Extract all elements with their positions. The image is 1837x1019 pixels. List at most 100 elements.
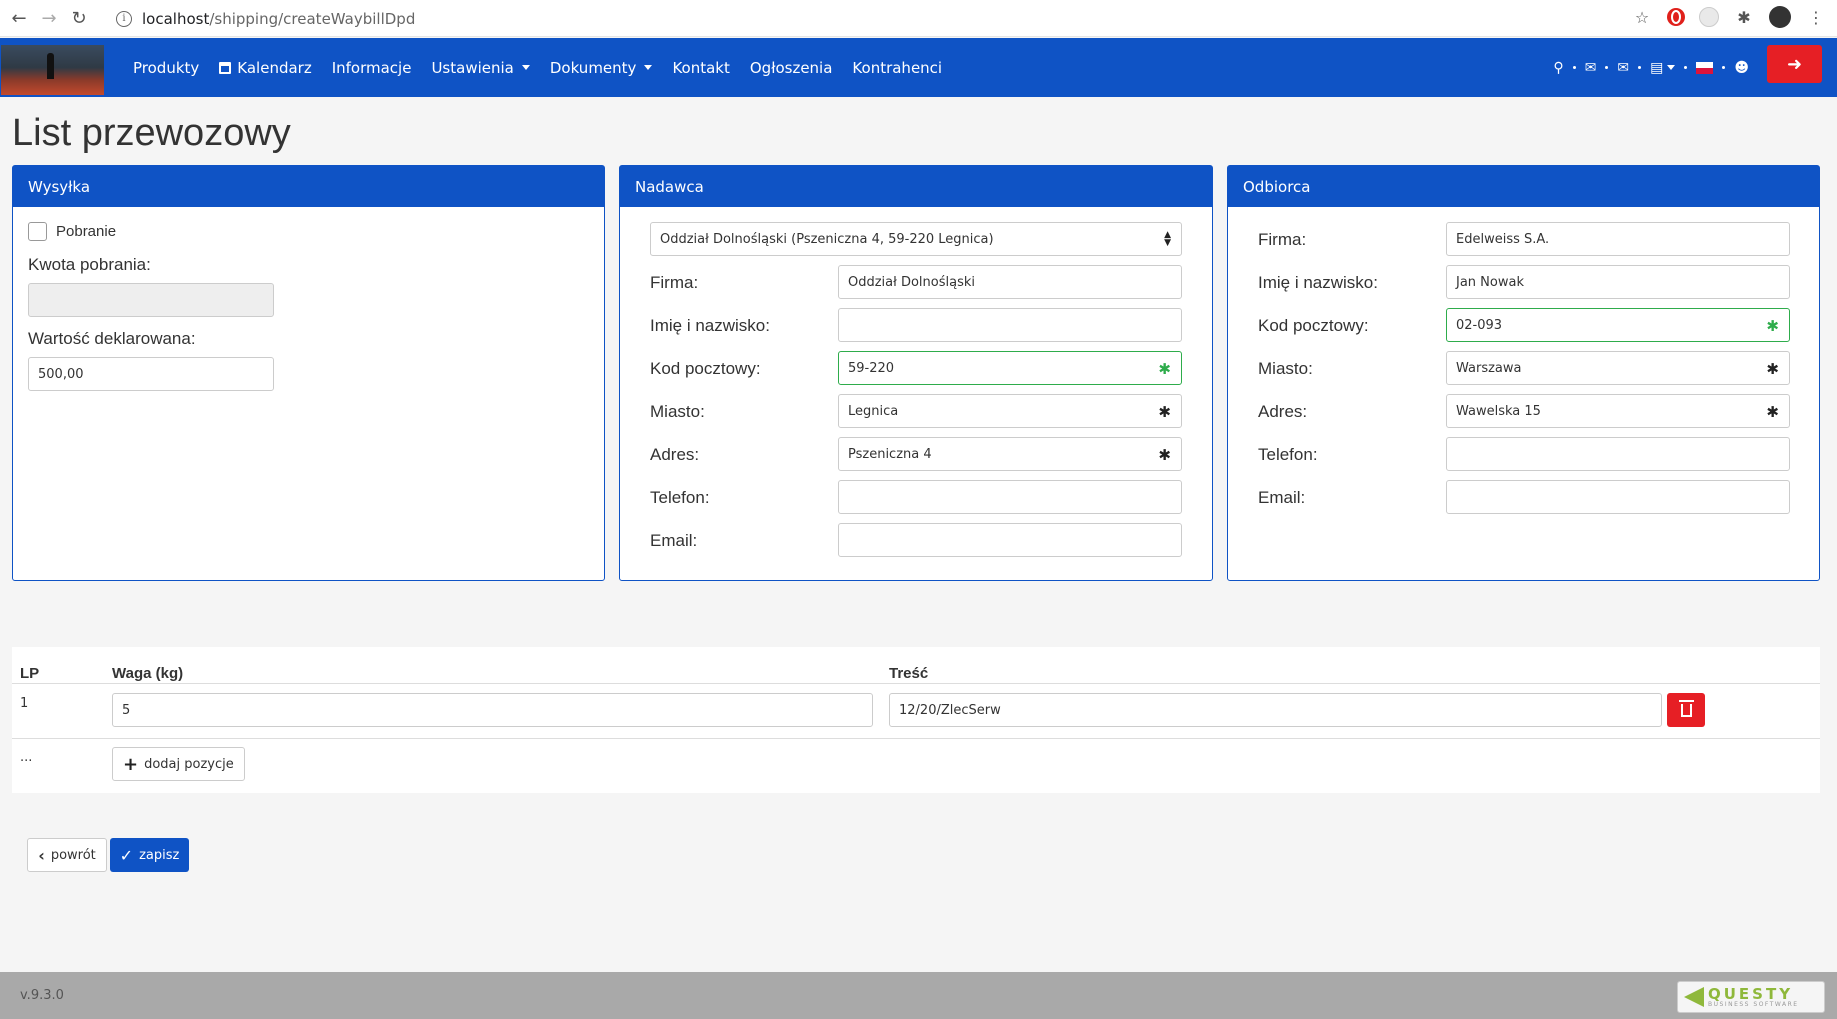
sender-city-input[interactable]: Legnica ✱ [838, 394, 1182, 428]
search-icon[interactable]: ⚲ [1553, 60, 1563, 76]
required-asterisk-icon: ✱ [1766, 403, 1779, 421]
required-asterisk-icon: ✱ [1766, 360, 1779, 378]
sender-phone-input[interactable] [838, 480, 1182, 514]
sign-out-icon: ➜ [1786, 53, 1803, 75]
shipment-panel: Wysyłka Pobranie Kwota pobrania: Wartość… [12, 165, 605, 581]
recipient-panel-header: Odbiorca [1228, 166, 1819, 207]
sender-postal-label: Kod pocztowy: [650, 359, 761, 378]
recipient-name-label: Imię i nazwisko: [1258, 273, 1378, 292]
company-logo[interactable] [1, 45, 104, 95]
new-row-lp: ... [20, 750, 33, 765]
reload-icon[interactable]: ↻ [68, 7, 90, 29]
nav-ustawienia[interactable]: Ustawienia [431, 59, 530, 77]
sender-email-input[interactable] [838, 523, 1182, 557]
col-content-header: Treść [889, 665, 929, 682]
chat-icon[interactable]: ✉ [1585, 60, 1597, 76]
nav-dokumenty[interactable]: Dokumenty [550, 59, 653, 77]
recipient-email-input[interactable] [1446, 480, 1790, 514]
add-item-button[interactable]: + dodaj pozycje [112, 747, 245, 781]
cod-label: Pobranie [56, 223, 117, 240]
row-content-input[interactable]: 12/20/ZlecSerw [889, 693, 1662, 727]
parcels-table: LP Waga (kg) Treść 1 5 12/20/ZlecSerw ..… [12, 647, 1820, 793]
app-version: v.9.3.0 [20, 988, 64, 1003]
mail-icon[interactable]: ✉ [1617, 60, 1629, 76]
url-host: localhost [142, 9, 210, 28]
caret-down-icon [644, 65, 653, 70]
menu-kebab-icon[interactable]: ⋮ [1805, 6, 1827, 28]
opera-extension-icon[interactable] [1667, 8, 1685, 26]
nav-informacje[interactable]: Informacje [332, 59, 412, 77]
sender-name-label: Imię i nazwisko: [650, 316, 770, 335]
select-arrows-icon: ▲ ▼ [1164, 230, 1171, 248]
sender-address-input[interactable]: Pszeniczna 4 ✱ [838, 437, 1182, 471]
nav-kontrahenci[interactable]: Kontrahenci [852, 59, 942, 77]
save-button[interactable]: ✓ zapisz [110, 838, 189, 872]
sender-city-label: Miasto: [650, 402, 705, 421]
sender-panel-header: Nadawca [620, 166, 1212, 207]
col-weight-header: Waga (kg) [112, 665, 184, 682]
page-footer: v.9.3.0 QUESTY BUSINESS SOFTWARE [0, 972, 1837, 1019]
declared-value-input[interactable]: 500,00 [28, 357, 274, 391]
recipient-name-input[interactable]: Jan Nowak [1446, 265, 1790, 299]
sender-branch-select[interactable]: Oddział Dolnośląski (Pszeniczna 4, 59-22… [650, 222, 1182, 256]
vendor-name: QUESTY [1708, 984, 1794, 1003]
page-title: List przewozowy [12, 112, 291, 154]
sender-name-input[interactable] [838, 308, 1182, 342]
recipient-address-label: Adres: [1258, 402, 1308, 421]
required-asterisk-icon: ✱ [1766, 317, 1779, 335]
sender-company-label: Firma: [650, 273, 699, 292]
sender-company-input[interactable]: Oddział Dolnośląski [838, 265, 1182, 299]
cod-amount-input[interactable] [28, 283, 274, 317]
recipient-postal-label: Kod pocztowy: [1258, 316, 1369, 335]
sender-panel: Nadawca Oddział Dolnośląski (Pszeniczna … [619, 165, 1213, 581]
sender-address-label: Adres: [650, 445, 700, 464]
nav-kalendarz[interactable]: Kalendarz [219, 59, 312, 77]
plus-icon: + [123, 753, 139, 775]
back-button[interactable]: ‹ powrót [27, 838, 107, 872]
shipment-panel-header: Wysyłka [13, 166, 604, 207]
clipboard-icon[interactable]: ▤ [1650, 60, 1676, 76]
user-icon[interactable]: ☻ [1734, 60, 1749, 76]
recipient-address-input[interactable]: Wawelska 15 ✱ [1446, 394, 1790, 428]
language-flag-icon[interactable] [1696, 61, 1714, 74]
nav-kontakt[interactable]: Kontakt [672, 59, 729, 77]
url-path: /shipping/createWaybillDpd [209, 9, 416, 28]
vendor-logo-icon [1684, 987, 1704, 1007]
address-bar[interactable]: i localhost/shipping/createWaybillDpd [106, 5, 1706, 32]
forward-arrow-icon[interactable]: → [38, 7, 60, 29]
bookmark-star-icon[interactable]: ☆ [1631, 6, 1653, 28]
sender-email-label: Email: [650, 531, 698, 550]
sender-postal-input[interactable]: 59-220 ✱ [838, 351, 1182, 385]
back-arrow-icon[interactable]: ← [8, 7, 30, 29]
vendor-tagline: BUSINESS SOFTWARE [1708, 1000, 1799, 1008]
required-asterisk-icon: ✱ [1158, 446, 1171, 464]
vendor-logo[interactable]: QUESTY BUSINESS SOFTWARE [1677, 981, 1825, 1013]
recipient-phone-label: Telefon: [1258, 445, 1318, 464]
trash-icon [1678, 699, 1694, 717]
recipient-phone-input[interactable] [1446, 437, 1790, 471]
sender-phone-label: Telefon: [650, 488, 710, 507]
required-asterisk-icon: ✱ [1158, 403, 1171, 421]
recipient-email-label: Email: [1258, 488, 1306, 507]
extension-icon[interactable] [1699, 7, 1719, 27]
main-navbar: Produkty Kalendarz Informacje Ustawienia… [0, 38, 1837, 97]
browser-toolbar: ← → ↻ i localhost/shipping/createWaybill… [0, 0, 1837, 37]
row-lp: 1 [20, 696, 29, 711]
caret-down-icon [521, 65, 530, 70]
site-info-icon[interactable]: i [116, 10, 132, 27]
cod-checkbox[interactable] [28, 222, 47, 241]
nav-ogloszenia[interactable]: Ogłoszenia [750, 59, 833, 77]
recipient-city-input[interactable]: Warszawa ✱ [1446, 351, 1790, 385]
calendar-icon [219, 61, 232, 74]
profile-avatar-icon[interactable] [1769, 6, 1791, 28]
nav-produkty[interactable]: Produkty [133, 59, 199, 77]
delete-row-button[interactable] [1667, 693, 1705, 727]
logout-button[interactable]: ➜ [1767, 45, 1822, 83]
cod-amount-label: Kwota pobrania: [28, 255, 151, 274]
chevron-left-icon: ‹ [38, 845, 45, 865]
puzzle-extensions-icon[interactable]: ✱ [1733, 6, 1755, 28]
recipient-postal-input[interactable]: 02-093 ✱ [1446, 308, 1790, 342]
row-weight-input[interactable]: 5 [112, 693, 873, 727]
declared-value-label: Wartość deklarowana: [28, 329, 196, 348]
recipient-company-input[interactable]: Edelweiss S.A. [1446, 222, 1790, 256]
